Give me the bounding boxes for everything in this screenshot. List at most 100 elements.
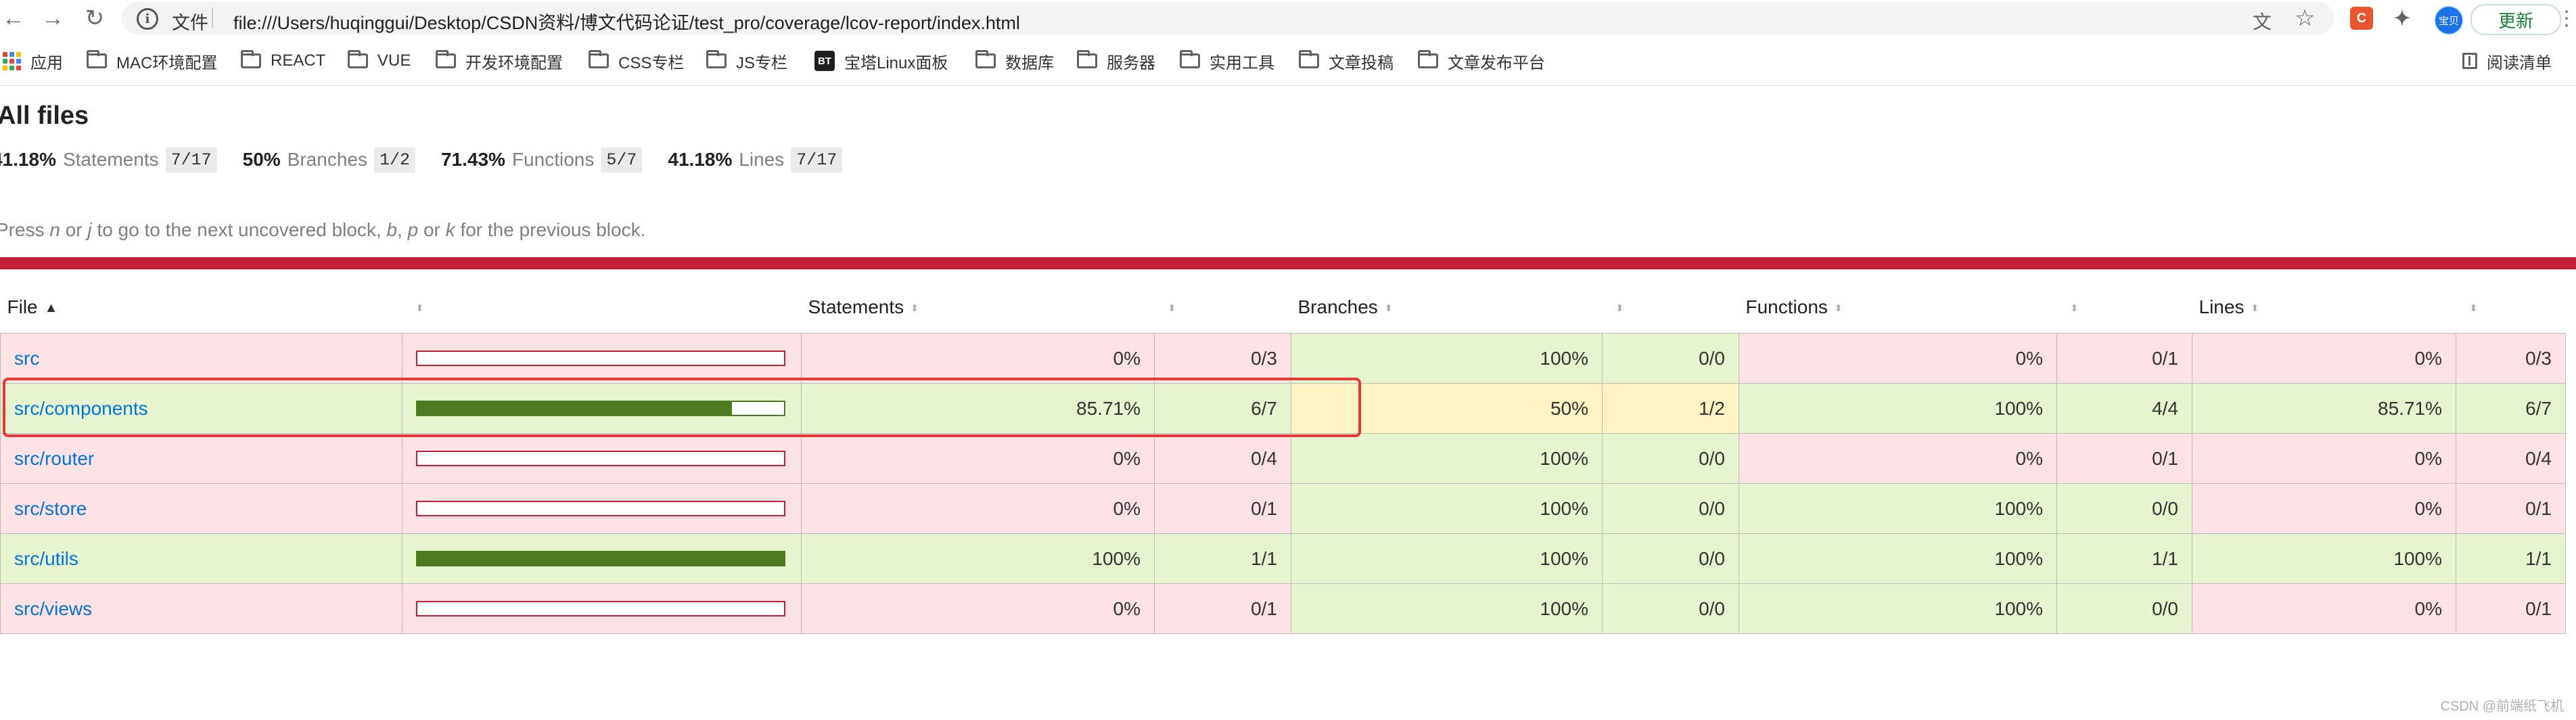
summary-branches: 50% Branches 1/2: [243, 147, 415, 173]
statements-pct-cell: 100%: [801, 533, 1155, 584]
lines-pct-cell: 0%: [2192, 433, 2456, 484]
bookmark-mac-config[interactable]: MAC环境配置: [87, 49, 217, 72]
bookmark-server[interactable]: 服务器: [1077, 49, 1155, 72]
statements-pct-cell: 0%: [801, 483, 1155, 534]
bookmark-label: 文章投稿: [1329, 53, 1394, 72]
coverage-bar: [416, 401, 785, 416]
file-cell: src/views: [0, 583, 402, 634]
forward-icon[interactable]: →: [39, 5, 66, 32]
coverage-bar-fill: [417, 402, 732, 415]
functions-pct-cell: 100%: [1739, 583, 2057, 634]
sort-icon: ⬍: [1168, 302, 1176, 314]
summary-pct: 41.18%: [0, 149, 56, 170]
file-cell: src/store: [0, 483, 402, 534]
statements-pct-cell: 85.71%: [801, 383, 1155, 434]
branches-pct-cell: 100%: [1291, 483, 1603, 534]
reading-list[interactable]: 阅读清单: [2462, 49, 2552, 72]
coverage-bar: [416, 451, 785, 466]
file-link[interactable]: src/components: [14, 398, 148, 419]
col-functions[interactable]: Functions ⬍: [1739, 282, 2057, 334]
file-cell: src/utils: [0, 533, 402, 584]
bookmark-publish[interactable]: 文章发布平台: [1418, 49, 1545, 72]
col-lines-raw[interactable]: ⬍: [2456, 282, 2566, 334]
col-lines[interactable]: Lines ⬍: [2192, 282, 2456, 334]
lines-raw-cell: 0/4: [2456, 433, 2566, 484]
coverage-bar-fill: [417, 552, 784, 565]
col-branches-raw[interactable]: ⬍: [1602, 282, 1739, 334]
statements-pct-cell: 0%: [801, 333, 1155, 384]
profile-avatar[interactable]: 宝贝: [2434, 5, 2464, 35]
summary-label: Branches: [287, 149, 367, 170]
address-bar[interactable]: i 文件 file:///Users/huqinggui/Desktop/CSD…: [122, 2, 2334, 35]
translate-icon[interactable]: 文: [2253, 7, 2272, 35]
bookmark-submissions[interactable]: 文章投稿: [1299, 49, 1394, 72]
summary-fraction: 1/2: [373, 147, 415, 173]
bookmark-label: JS专栏: [736, 53, 788, 72]
summary-functions: 71.43% Functions 5/7: [441, 147, 643, 173]
col-file-bar[interactable]: ⬍: [402, 282, 802, 334]
bookmark-apps[interactable]: 应用: [3, 49, 63, 72]
bookmark-label: REACT: [271, 51, 326, 70]
bookmark-css[interactable]: CSS专栏: [589, 49, 684, 72]
branches-raw-cell: 1/2: [1602, 383, 1739, 434]
extension-c-icon[interactable]: C: [2350, 7, 2373, 30]
branches-pct-cell: 100%: [1291, 333, 1603, 384]
url-text[interactable]: file:///Users/huqinggui/Desktop/CSDN资料/博…: [233, 8, 1020, 35]
back-icon[interactable]: ←: [0, 5, 27, 32]
file-link[interactable]: src/utils: [14, 548, 78, 569]
branches-pct-cell: 50%: [1291, 383, 1603, 434]
apps-icon: [3, 51, 21, 70]
functions-raw-cell: 0/1: [2056, 333, 2192, 384]
bookmark-label: 宝塔Linux面板: [844, 53, 948, 72]
bookmark-label: CSS专栏: [618, 53, 685, 72]
file-link[interactable]: src/views: [14, 598, 92, 619]
col-branches[interactable]: Branches ⬍: [1291, 282, 1603, 334]
statements-raw-cell: 0/1: [1154, 583, 1291, 634]
info-icon[interactable]: i: [137, 8, 158, 30]
reading-list-icon: [2462, 53, 2477, 69]
bookmarks-bar: 应用 MAC环境配置 REACT VUE 开发环境配置 CSS专栏 JS专栏 B…: [0, 37, 2576, 86]
bookmark-label: MAC环境配置: [116, 53, 218, 72]
summary-fraction: 5/7: [601, 147, 643, 173]
sort-asc-icon: ▲: [44, 300, 58, 316]
branches-pct-cell: 100%: [1291, 533, 1603, 584]
extensions-puzzle-icon[interactable]: ✦: [2391, 7, 2414, 30]
branches-raw-cell: 0/0: [1602, 533, 1739, 584]
functions-raw-cell: 0/0: [2056, 483, 2192, 534]
file-link[interactable]: src/router: [14, 448, 94, 469]
branches-raw-cell: 0/0: [1602, 433, 1739, 484]
bookmark-react[interactable]: REACT: [241, 49, 325, 72]
bookmark-tools[interactable]: 实用工具: [1180, 49, 1274, 72]
bookmark-star-icon[interactable]: ☆: [2295, 5, 2315, 32]
col-statements-raw[interactable]: ⬍: [1154, 282, 1291, 334]
lines-pct-cell: 85.71%: [2192, 383, 2456, 434]
file-link[interactable]: src/store: [14, 498, 87, 519]
summary-fraction: 7/17: [791, 147, 843, 173]
bookmark-database[interactable]: 数据库: [975, 49, 1054, 72]
table-row: src/views 0% 0/1 100% 0/0 100% 0/0 0% 0/1: [0, 583, 2566, 634]
coverage-summary: 41.18% Statements 7/17 50% Branches 1/2 …: [0, 145, 868, 175]
branches-raw-cell: 0/0: [1602, 483, 1739, 534]
functions-raw-cell: 0/0: [2056, 583, 2192, 634]
update-button[interactable]: 更新: [2470, 4, 2561, 35]
sort-icon: ⬍: [911, 302, 919, 314]
bookmark-dev-env[interactable]: 开发环境配置: [436, 49, 563, 72]
summary-label: Functions: [511, 149, 595, 170]
bookmark-js[interactable]: JS专栏: [706, 49, 787, 72]
branches-pct-cell: 100%: [1291, 583, 1603, 634]
bookmark-baota[interactable]: BT 宝塔Linux面板: [814, 49, 948, 72]
summary-fraction: 7/17: [165, 147, 217, 173]
summary-statements: 41.18% Statements 7/17: [0, 147, 217, 173]
reload-icon[interactable]: ↻: [81, 5, 108, 32]
browser-menu-icon[interactable]: ⋮: [2556, 5, 2576, 32]
sort-icon: ⬍: [1615, 302, 1624, 314]
functions-pct-cell: 100%: [1739, 483, 2057, 534]
branches-raw-cell: 0/0: [1602, 333, 1739, 384]
col-file[interactable]: File ▲: [0, 282, 402, 334]
bookmark-label: 数据库: [1005, 53, 1054, 72]
bookmark-vue[interactable]: VUE: [348, 49, 411, 72]
file-link[interactable]: src: [14, 348, 39, 369]
col-statements[interactable]: Statements ⬍: [801, 282, 1155, 334]
col-functions-raw[interactable]: ⬍: [2056, 282, 2192, 334]
table-row: src 0% 0/3 100% 0/0 0% 0/1 0% 0/3: [0, 333, 2566, 384]
